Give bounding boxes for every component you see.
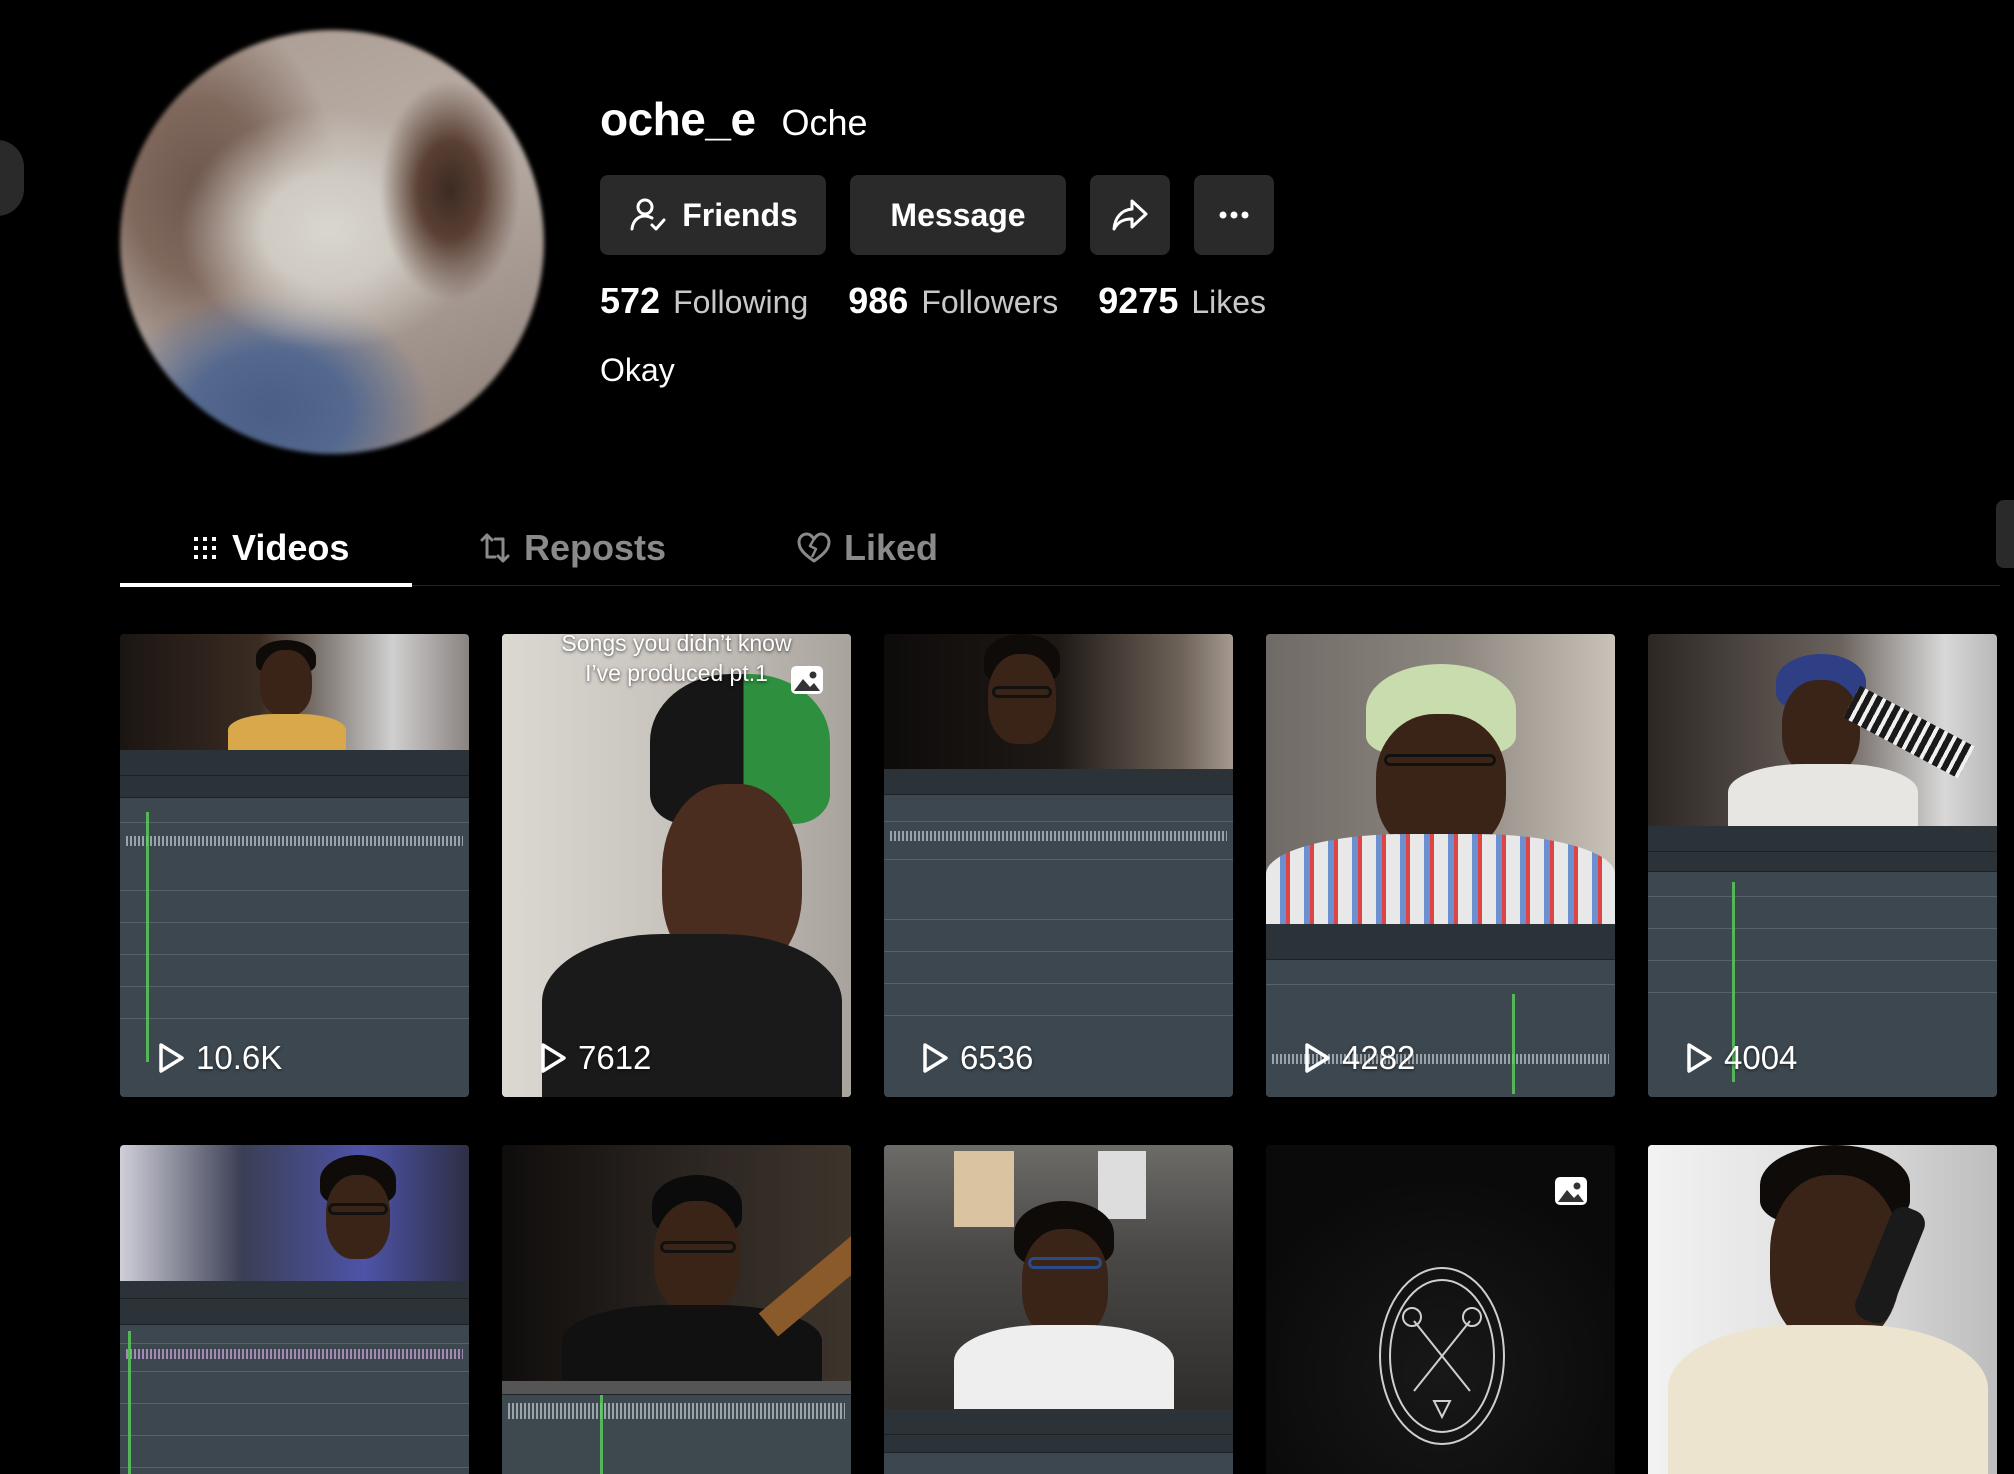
view-count-label: 10.6K — [196, 1039, 283, 1076]
side-panel-toggle[interactable] — [0, 140, 24, 216]
video-thumbnail[interactable] — [884, 1145, 1233, 1474]
thumbnail-image — [502, 1145, 851, 1395]
play-icon — [1305, 1043, 1330, 1073]
daw-screen — [502, 1381, 851, 1474]
view-count-label: 6536 — [960, 1039, 1034, 1076]
tab-liked-label: Liked — [844, 527, 939, 568]
nickname: Oche — [781, 102, 868, 143]
view-count: 10.6K — [156, 1039, 282, 1077]
video-thumbnail[interactable]: 4004 — [1648, 634, 1997, 1097]
thumbnail-image — [120, 634, 469, 754]
message-button-label: Message — [890, 196, 1026, 233]
share-button[interactable] — [1090, 175, 1170, 255]
friends-check-icon — [630, 198, 666, 231]
thumbnail-image — [884, 634, 1233, 769]
video-thumbnail[interactable] — [1266, 1145, 1615, 1474]
message-button[interactable]: Message — [850, 175, 1066, 255]
thumbnail-image — [1648, 634, 1997, 834]
thumbnail-image — [120, 1145, 469, 1281]
play-icon — [923, 1043, 948, 1073]
photo-post-icon — [1555, 1177, 1587, 1205]
video-thumbnail[interactable] — [1648, 1145, 1997, 1474]
likes-stat: 9275 Likes — [1098, 280, 1266, 322]
video-thumbnail[interactable]: 4282 — [1266, 634, 1615, 1097]
active-tab-indicator — [120, 583, 412, 587]
share-arrow-icon — [1112, 199, 1148, 231]
video-thumbnail[interactable] — [502, 1145, 851, 1474]
grid-icon — [194, 537, 216, 559]
profile-header: oche_e Oche — [600, 92, 868, 152]
followers-stat[interactable]: 986 Followers — [848, 280, 1058, 322]
followers-count: 986 — [848, 280, 909, 321]
crest-emblem — [1379, 1267, 1505, 1445]
tab-videos[interactable]: Videos — [190, 510, 349, 586]
thumbnail-image — [1648, 1145, 1997, 1474]
thumbnail-image — [884, 1145, 1233, 1415]
view-count: 6536 — [920, 1039, 1033, 1077]
view-count-label: 7612 — [578, 1039, 652, 1076]
play-icon — [541, 1043, 566, 1073]
content-tabs: Videos Reposts Liked — [120, 510, 2000, 587]
view-count-label: 4004 — [1724, 1039, 1798, 1076]
daw-screen — [120, 1281, 469, 1474]
following-count: 572 — [600, 280, 661, 321]
profile-stats: 572 Following 986 Followers 9275 Likes — [600, 280, 1266, 322]
tab-videos-label: Videos — [232, 527, 350, 568]
play-icon — [1687, 1043, 1712, 1073]
view-count: 4004 — [1684, 1039, 1797, 1077]
bio: Okay — [600, 352, 675, 388]
following-stat[interactable]: 572 Following — [600, 280, 808, 322]
daw-screen — [884, 1409, 1233, 1474]
video-thumbnail[interactable] — [120, 1145, 469, 1474]
play-icon — [159, 1043, 184, 1073]
video-thumbnail[interactable]: 6536 — [884, 634, 1233, 1097]
video-thumbnail[interactable]: 10.6K — [120, 634, 469, 1097]
followers-label: Followers — [921, 284, 1059, 320]
view-count: 4282 — [1302, 1039, 1415, 1077]
following-label: Following — [673, 284, 809, 320]
photo-post-icon — [791, 666, 823, 694]
friends-button[interactable]: Friends — [600, 175, 826, 255]
thumbnail-image — [1266, 634, 1615, 934]
more-options-button[interactable] — [1194, 175, 1274, 255]
tab-reposts[interactable]: Reposts — [478, 510, 666, 586]
username: oche_e — [600, 93, 756, 145]
tab-reposts-label: Reposts — [524, 527, 667, 568]
repost-icon — [480, 533, 510, 563]
tab-liked[interactable]: Liked — [796, 510, 938, 586]
heart-icon — [797, 532, 831, 563]
avatar — [120, 30, 544, 454]
thumbnail-image — [502, 634, 851, 1097]
likes-count: 9275 — [1098, 280, 1179, 321]
view-count: 7612 — [538, 1039, 651, 1077]
likes-label: Likes — [1191, 284, 1267, 320]
friends-button-label: Friends — [682, 196, 798, 233]
video-thumbnail[interactable]: Songs you didn’t know I’ve produced pt.1… — [502, 634, 851, 1097]
view-count-label: 4282 — [1342, 1039, 1416, 1076]
ellipsis-icon — [1219, 211, 1249, 219]
profile-actions: Friends Message — [600, 175, 1274, 255]
